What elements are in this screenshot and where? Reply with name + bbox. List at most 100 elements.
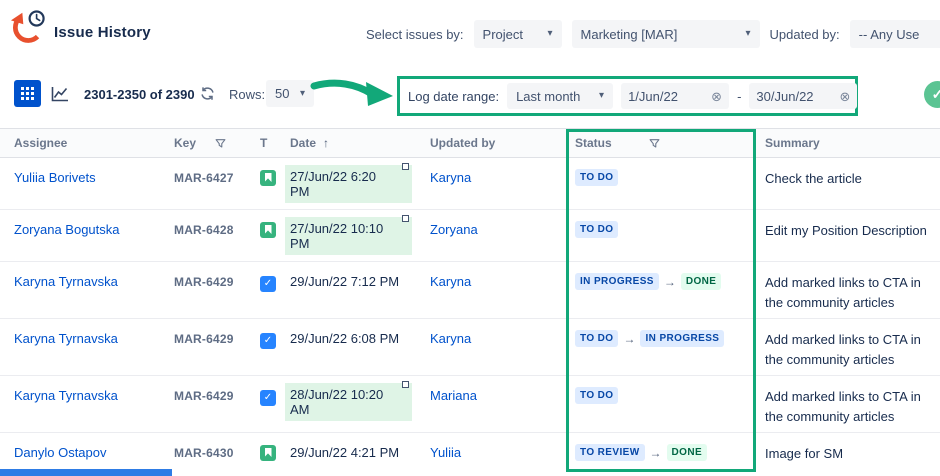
assignee-link[interactable]: Yuliia Borivets — [14, 170, 96, 185]
assignee-link[interactable]: Karyna Tyrnavska — [14, 274, 118, 289]
table-row: Karyna Tyrnavska MAR-6429 29/Jun/22 7:12… — [0, 262, 940, 319]
select-mode-dropdown[interactable]: Project ▾ — [473, 20, 562, 48]
updated-by-link[interactable]: Yuliia — [430, 445, 461, 460]
apply-button[interactable]: ✓ — [924, 81, 940, 108]
status-chip: DONE — [666, 444, 708, 461]
range-preset-dropdown[interactable]: Last month ▾ — [507, 83, 614, 109]
status-chip: IN PROGRESS — [575, 273, 659, 290]
grid-icon — [21, 87, 34, 100]
status-chip: TO DO — [575, 387, 619, 404]
column-header-date[interactable]: Date ↑ — [280, 136, 420, 150]
assignee-link[interactable]: Danylo Ostapov — [14, 445, 107, 460]
transition-arrow-icon: → — [623, 331, 636, 346]
table-row: Karyna Tyrnavska MAR-6429 29/Jun/22 6:08… — [0, 319, 940, 376]
date-to-value: 30/Jun/22 — [756, 88, 814, 104]
chevron-down-icon: ▾ — [745, 28, 751, 39]
filter-icon[interactable] — [215, 138, 226, 149]
column-label: Updated by — [430, 136, 496, 150]
issue-type-icon — [260, 390, 276, 406]
range-preset-value: Last month — [516, 88, 581, 104]
header-controls: Select issues by: Project ▾ Marketing [M… — [366, 20, 940, 48]
log-date-range-label: Log date range: — [408, 88, 500, 104]
updated-by-value: -- Any Use — [858, 26, 920, 42]
issue-type-icon — [260, 444, 276, 461]
status-chip: TO DO — [575, 221, 619, 238]
status-chip: TO DO — [575, 169, 619, 186]
check-icon: ✓ — [931, 86, 940, 102]
column-header-key[interactable]: Key — [162, 136, 242, 150]
refresh-icon[interactable] — [200, 86, 215, 101]
pagination-text: 2301-2350 of 2390 — [84, 87, 195, 102]
table-row: Yuliia Borivets MAR-6427 27/Jun/22 6:20 … — [0, 158, 940, 210]
column-label: Date — [290, 136, 317, 150]
column-header-updated-by[interactable]: Updated by — [420, 136, 565, 150]
chevron-down-icon: ▾ — [299, 87, 305, 99]
issue-type-icon — [260, 221, 276, 238]
horizontal-scrollbar-thumb[interactable] — [0, 469, 172, 476]
project-dropdown[interactable]: Marketing [MAR] ▾ — [571, 20, 760, 48]
clear-icon[interactable]: ⊗ — [711, 90, 722, 103]
assignee-link[interactable]: Karyna Tyrnavska — [14, 331, 118, 346]
column-header-type[interactable]: T — [242, 136, 280, 150]
log-date: 29/Jun/22 6:08 PM — [290, 331, 400, 346]
updated-by-dropdown[interactable]: -- Any Use ▾ — [849, 20, 940, 48]
select-mode-value: Project — [482, 26, 524, 42]
updated-by-link[interactable]: Zoryana — [430, 222, 478, 237]
table-header-row: Assignee Key T Date ↑ Updated by Status … — [0, 128, 940, 158]
app-logo-icon — [10, 9, 48, 47]
column-header-status[interactable]: Status — [565, 136, 757, 150]
issue-key: MAR-6429 — [174, 389, 234, 403]
rows-per-page-value: 50 — [275, 86, 290, 101]
issue-type-icon — [260, 276, 276, 292]
annotation-arrow — [310, 79, 393, 106]
status-chip: DONE — [680, 273, 722, 290]
issue-key: MAR-6428 — [174, 223, 234, 237]
project-value: Marketing [MAR] — [580, 26, 678, 42]
sort-ascending-icon: ↑ — [323, 136, 330, 150]
issue-summary: Add marked links to CTA in the community… — [765, 275, 921, 310]
page-title: Issue History — [54, 24, 151, 41]
grid-view-button[interactable] — [14, 80, 41, 107]
updated-by-link[interactable]: Karyna — [430, 170, 471, 185]
select-issues-by-label: Select issues by: — [366, 26, 464, 42]
log-date: 27/Jun/22 6:20 PM — [285, 163, 412, 203]
log-date: 29/Jun/22 4:21 PM — [290, 445, 400, 460]
column-label: Assignee — [14, 136, 68, 150]
assignee-link[interactable]: Karyna Tyrnavska — [14, 388, 118, 403]
column-label: Summary — [765, 136, 820, 150]
column-header-assignee[interactable]: Assignee — [0, 136, 162, 150]
date-from-field[interactable]: 1/Jun/22 ⊗ — [621, 83, 730, 109]
issue-summary: Edit my Position Description — [765, 223, 927, 238]
issue-key: MAR-6427 — [174, 171, 234, 185]
log-date-range-annotation-box: Log date range: Last month ▾ 1/Jun/22 ⊗ … — [397, 76, 858, 116]
column-label: Status — [575, 136, 612, 150]
filter-icon[interactable] — [649, 138, 660, 149]
log-date: 27/Jun/22 10:10 PM — [285, 215, 412, 255]
range-separator: - — [737, 88, 742, 104]
date-to-field[interactable]: 30/Jun/22 ⊗ — [749, 83, 858, 109]
updated-by-link[interactable]: Karyna — [430, 331, 471, 346]
issue-table: Assignee Key T Date ↑ Updated by Status … — [0, 128, 940, 476]
column-header-summary[interactable]: Summary — [757, 136, 940, 150]
issue-history-app: Issue History Select issues by: Project … — [0, 0, 940, 476]
assignee-link[interactable]: Zoryana Bogutska — [14, 222, 120, 237]
column-label: T — [260, 136, 268, 150]
toolbar: 2301-2350 of 2390 Rows: 50 ▾ Log date ra… — [0, 74, 940, 118]
issue-type-icon — [260, 333, 276, 349]
chevron-down-icon: ▾ — [599, 90, 605, 101]
column-label: Key — [174, 136, 197, 150]
updated-by-label: Updated by: — [769, 26, 840, 42]
issue-key: MAR-6429 — [174, 275, 234, 289]
issue-summary: Image for SM — [765, 446, 844, 461]
status-chip: TO REVIEW — [575, 444, 645, 461]
issue-summary: Add marked links to CTA in the community… — [765, 389, 921, 424]
chart-view-button[interactable] — [46, 80, 74, 107]
updated-by-link[interactable]: Karyna — [430, 274, 471, 289]
updated-by-link[interactable]: Mariana — [430, 388, 477, 403]
chevron-down-icon: ▾ — [547, 28, 553, 39]
clear-icon[interactable]: ⊗ — [840, 90, 851, 103]
issue-summary: Check the article — [765, 171, 862, 186]
issue-key: MAR-6430 — [174, 446, 234, 460]
rows-per-page-dropdown[interactable]: 50 ▾ — [266, 80, 314, 107]
issue-summary: Add marked links to CTA in the community… — [765, 332, 921, 367]
